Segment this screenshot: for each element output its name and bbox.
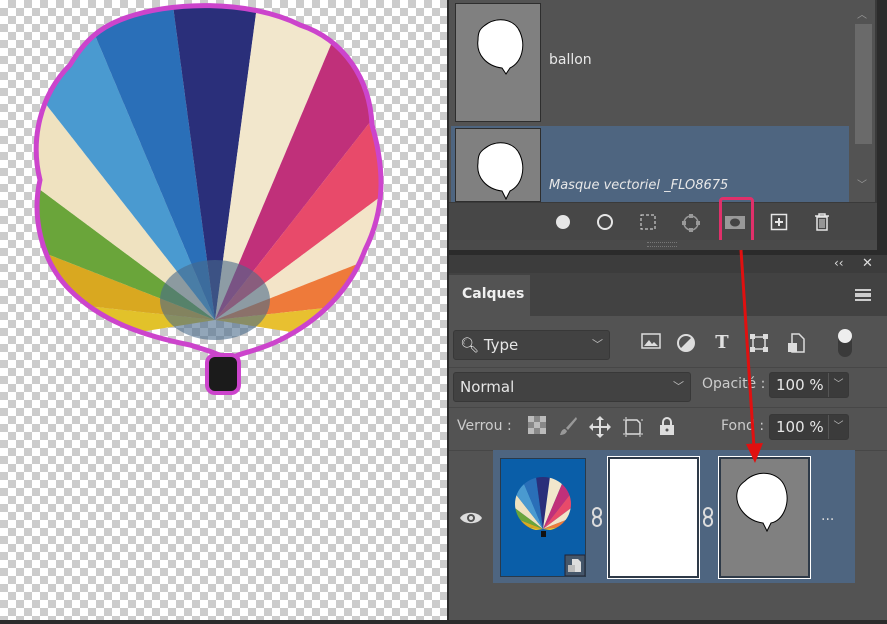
basket xyxy=(205,353,241,395)
filter-pixel-icon[interactable] xyxy=(640,333,662,355)
paths-toolbar xyxy=(449,197,877,245)
visibility-eye-icon[interactable] xyxy=(459,510,483,526)
tab-bar: Calques xyxy=(449,273,887,316)
load-selection-icon[interactable] xyxy=(639,213,657,231)
opacity-label: Opacité : xyxy=(702,376,766,392)
fill-label: Fond : xyxy=(721,418,765,434)
opacity-input[interactable]: 100 % ﹀ xyxy=(769,372,849,398)
opacity-value: 100 % xyxy=(776,376,824,394)
paths-panel: ballon Masque vectoriel _FLO8675 ︿ ﹀ xyxy=(449,0,877,250)
stroke-path-icon[interactable] xyxy=(596,213,614,231)
link-icon[interactable] xyxy=(703,507,713,527)
fill-value: 100 % xyxy=(776,418,824,436)
layers-panel: ‹‹ ✕ Calques 🔍︎ Type ﹀ T Normal ﹀ Opacité … xyxy=(449,255,887,620)
path-thumbnail xyxy=(455,3,541,122)
make-path-icon[interactable] xyxy=(681,213,700,232)
lock-move-icon[interactable] xyxy=(589,416,611,438)
lock-brush-icon[interactable] xyxy=(557,416,579,438)
highlight-box xyxy=(719,197,754,245)
filter-value: Type xyxy=(483,336,519,354)
lock-all-icon[interactable] xyxy=(656,416,678,438)
blend-mode-value: Normal xyxy=(460,378,515,396)
link-icon[interactable] xyxy=(592,507,602,527)
tab-calques[interactable]: Calques xyxy=(449,275,530,316)
path-row-ballon[interactable]: ballon xyxy=(451,2,849,124)
fill-input[interactable]: 100 % ﹀ xyxy=(769,414,849,440)
filter-toggle[interactable] xyxy=(838,329,852,357)
path-row-vector-mask[interactable]: Masque vectoriel _FLO8675 xyxy=(451,126,849,202)
close-button[interactable]: ✕ xyxy=(862,256,873,271)
document-canvas xyxy=(0,0,447,620)
new-path-icon[interactable] xyxy=(770,213,788,231)
lock-transparent-icon[interactable] xyxy=(526,416,548,438)
panel-resize-handle[interactable] xyxy=(449,240,877,250)
filter-shape-icon[interactable] xyxy=(748,333,770,355)
collapse-button[interactable]: ‹‹ xyxy=(834,256,844,270)
opacity-chevron-icon[interactable]: ﹀ xyxy=(828,373,848,397)
scrollbar[interactable]: ︿ ﹀ xyxy=(851,0,875,202)
path-name: ballon xyxy=(549,52,592,68)
filter-type-dropdown[interactable]: 🔍︎ Type ﹀ xyxy=(453,330,610,360)
lock-label: Verrou : xyxy=(457,418,512,434)
path-name: Masque vectoriel _FLO8675 xyxy=(549,178,729,193)
filter-adjustment-icon[interactable] xyxy=(675,333,697,355)
filter-smart-object-icon[interactable] xyxy=(785,333,807,355)
layer-thumbnail[interactable] xyxy=(500,458,586,577)
balloon-image xyxy=(0,0,447,395)
panel-header: ‹‹ ✕ xyxy=(449,255,887,273)
scrollbar-thumb[interactable] xyxy=(855,24,872,144)
tab-label: Calques xyxy=(462,286,525,302)
chevron-down-icon: ﹀ xyxy=(592,338,603,351)
filter-type-icon[interactable]: T xyxy=(711,332,733,354)
chevron-down-icon: ﹀ xyxy=(673,380,684,393)
lock-artboard-icon[interactable] xyxy=(622,416,644,438)
path-thumbnail xyxy=(455,128,541,202)
trash-icon[interactable] xyxy=(813,213,831,231)
vector-mask-thumbnail[interactable] xyxy=(718,456,811,579)
blend-mode-dropdown[interactable]: Normal ﹀ xyxy=(453,372,691,402)
layer-row[interactable]: ... xyxy=(493,450,855,583)
search-icon: 🔍︎ xyxy=(460,336,480,354)
layer-mask-thumbnail[interactable] xyxy=(607,456,700,579)
fill-chevron-icon[interactable]: ﹀ xyxy=(828,415,848,439)
fill-path-icon[interactable] xyxy=(554,213,572,231)
panel-menu-icon[interactable] xyxy=(855,289,871,301)
layer-more-button[interactable]: ... xyxy=(821,508,834,524)
